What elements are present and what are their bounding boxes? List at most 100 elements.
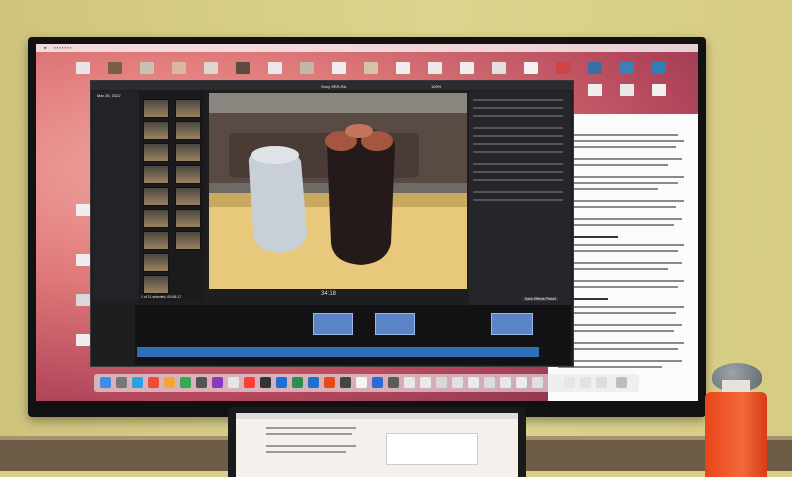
desktop-icon[interactable] xyxy=(588,62,602,74)
app-icon[interactable] xyxy=(468,377,479,388)
app-icon[interactable] xyxy=(532,377,543,388)
chrome-icon[interactable] xyxy=(148,377,159,388)
app-icon[interactable] xyxy=(164,377,175,388)
app-icon[interactable] xyxy=(228,377,239,388)
video-viewer[interactable] xyxy=(209,93,467,289)
finder-icon[interactable] xyxy=(100,377,111,388)
desktop-icon[interactable] xyxy=(492,62,506,74)
app-icon[interactable] xyxy=(196,377,207,388)
app-icon[interactable] xyxy=(484,377,495,388)
app-icon[interactable] xyxy=(340,377,351,388)
clip-thumbnail[interactable] xyxy=(175,143,201,162)
desktop-icon[interactable] xyxy=(524,62,538,74)
app-icon[interactable] xyxy=(452,377,463,388)
app-icon[interactable] xyxy=(596,377,607,388)
launchpad-icon[interactable] xyxy=(116,377,127,388)
clip-browser[interactable]: 1 of 11 selected, 00:08:17 xyxy=(139,91,205,301)
clip-thumbnail[interactable] xyxy=(143,99,169,118)
app-icon[interactable] xyxy=(308,377,319,388)
app-icon[interactable] xyxy=(292,377,303,388)
app-icon[interactable] xyxy=(356,377,367,388)
safari-icon[interactable] xyxy=(132,377,143,388)
text-line xyxy=(558,268,668,270)
laptop-toolbar xyxy=(236,413,518,419)
clip-thumbnail[interactable] xyxy=(143,275,169,294)
timecode-display: 34:18 xyxy=(321,291,337,297)
desktop-icon[interactable] xyxy=(652,84,666,96)
library-date: Mar 26, 2022 xyxy=(97,93,121,98)
desktop-icon[interactable] xyxy=(268,62,282,74)
text-line xyxy=(558,280,684,282)
app-icon[interactable] xyxy=(564,377,575,388)
desktop-icon[interactable] xyxy=(620,62,634,74)
app-icon[interactable] xyxy=(372,377,383,388)
clip-thumbnail[interactable] xyxy=(143,231,169,250)
app-icon[interactable] xyxy=(212,377,223,388)
app-icon[interactable] xyxy=(548,377,559,388)
desktop-icon[interactable] xyxy=(76,204,90,216)
desktop-icon[interactable] xyxy=(620,84,634,96)
desktop-icon[interactable] xyxy=(652,62,666,74)
desktop-icon[interactable] xyxy=(236,62,250,74)
clip-thumbnail[interactable] xyxy=(143,121,169,140)
text-line xyxy=(558,324,682,326)
desktop-icon[interactable] xyxy=(460,62,474,74)
trash-icon[interactable] xyxy=(616,377,627,388)
clip-thumbnail[interactable] xyxy=(143,253,169,272)
app-icon[interactable] xyxy=(404,377,415,388)
save-effects-preset-button[interactable]: Save Effects Preset xyxy=(523,297,558,301)
clip-thumbnail[interactable] xyxy=(175,231,201,250)
timeline-clip[interactable] xyxy=(313,313,353,335)
desktop-icon[interactable] xyxy=(172,62,186,74)
app-icon[interactable] xyxy=(260,377,271,388)
inspector-panel[interactable]: Save Effects Preset xyxy=(469,91,571,306)
laptop xyxy=(228,407,526,477)
clip-thumbnail[interactable] xyxy=(143,209,169,228)
app-icon[interactable] xyxy=(500,377,511,388)
clip-thumbnail[interactable] xyxy=(143,187,169,206)
desktop-icon[interactable] xyxy=(140,62,154,74)
mac-menu-bar[interactable]: ● ▪ ▪ ▪ ▪ ▪ ▪ ▪ xyxy=(36,44,698,52)
desktop-icon[interactable] xyxy=(76,62,90,74)
library-sidebar[interactable]: Mar 26, 2022 xyxy=(93,91,139,301)
text-line xyxy=(558,182,678,184)
app-icon[interactable] xyxy=(276,377,287,388)
app-icon[interactable] xyxy=(580,377,591,388)
desktop-icon[interactable] xyxy=(588,84,602,96)
clip-thumbnail[interactable] xyxy=(175,209,201,228)
desktop-icon[interactable] xyxy=(364,62,378,74)
clip-thumbnail[interactable] xyxy=(143,165,169,184)
desktop-icon[interactable] xyxy=(300,62,314,74)
app-icon[interactable] xyxy=(244,377,255,388)
timeline-clip[interactable] xyxy=(375,313,415,335)
desktop-icon[interactable] xyxy=(556,62,570,74)
desktop-icon[interactable] xyxy=(76,254,90,266)
mac-dock[interactable] xyxy=(94,374,639,392)
app-icon[interactable] xyxy=(388,377,399,388)
desktop-icon[interactable] xyxy=(76,294,90,306)
app-icon[interactable] xyxy=(516,377,527,388)
viewer-zoom[interactable]: 100% xyxy=(431,84,441,89)
app-icon[interactable] xyxy=(180,377,191,388)
text-line xyxy=(558,218,682,220)
desktop-icon[interactable] xyxy=(396,62,410,74)
clip-thumbnail[interactable] xyxy=(175,99,201,118)
desktop-icon[interactable] xyxy=(76,334,90,346)
app-icon[interactable] xyxy=(324,377,335,388)
app-icon[interactable] xyxy=(436,377,447,388)
app-icon[interactable] xyxy=(420,377,431,388)
clip-thumbnail[interactable] xyxy=(175,121,201,140)
text-line xyxy=(266,445,356,447)
desktop-icon[interactable] xyxy=(204,62,218,74)
desktop-icon[interactable] xyxy=(428,62,442,74)
clip-thumbnail[interactable] xyxy=(175,165,201,184)
timeline-clip[interactable] xyxy=(491,313,533,335)
desktop-icon[interactable] xyxy=(332,62,346,74)
clip-thumbnail[interactable] xyxy=(175,187,201,206)
primary-storyline-clip[interactable] xyxy=(137,347,539,357)
text-line xyxy=(558,176,684,178)
final-cut-pro-window[interactable]: Mar 26, 2022 1 of 11 selected, 00:08:17 … xyxy=(90,80,574,367)
clip-thumbnail[interactable] xyxy=(143,143,169,162)
desktop-icon[interactable] xyxy=(108,62,122,74)
text-line xyxy=(266,427,356,429)
